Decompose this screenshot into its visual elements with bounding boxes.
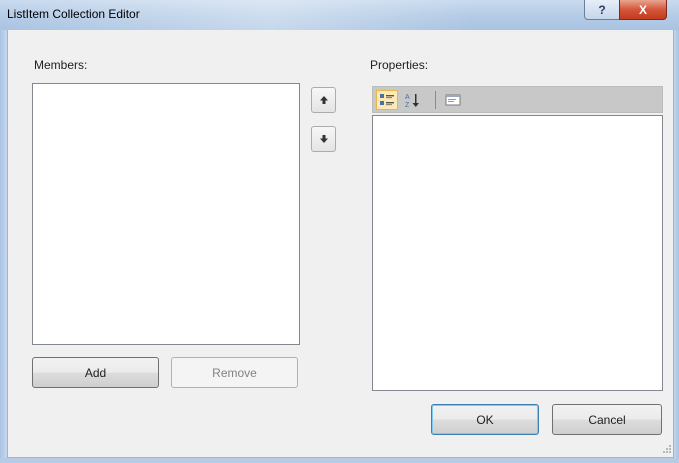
add-button[interactable]: Add [32, 357, 159, 388]
toolbar-separator [435, 91, 436, 109]
members-listbox[interactable] [32, 83, 300, 345]
svg-text:Z: Z [405, 102, 410, 108]
cancel-button[interactable]: Cancel [552, 404, 662, 435]
window-frame-bottom [0, 458, 679, 463]
dialog-client-area: Members: Add Remove Properties: A Z OK C… [7, 30, 674, 458]
properties-label: Properties: [370, 58, 429, 72]
move-up-icon [319, 96, 328, 104]
close-button[interactable]: X [619, 0, 667, 20]
window-title: ListItem Collection Editor [7, 7, 140, 21]
resize-grip-icon[interactable] [662, 444, 672, 454]
property-pages-button[interactable] [442, 90, 464, 110]
svg-text:A: A [405, 94, 410, 101]
members-label: Members: [34, 58, 88, 72]
help-icon: ? [598, 2, 606, 17]
categorized-icon [380, 94, 394, 106]
move-down-icon [319, 135, 328, 143]
close-icon: X [638, 2, 647, 17]
move-up-button[interactable] [311, 87, 336, 113]
move-down-button[interactable] [311, 126, 336, 152]
property-pages-icon [445, 94, 461, 106]
window-frame-left [0, 30, 7, 463]
help-button[interactable]: ? [584, 0, 620, 20]
remove-button[interactable]: Remove [171, 357, 298, 388]
alphabetical-icon: A Z [405, 94, 419, 108]
ok-button[interactable]: OK [431, 404, 539, 435]
title-bar[interactable]: ListItem Collection Editor ? X [0, 0, 679, 30]
properties-toolbar: A Z [372, 86, 663, 113]
categorized-button[interactable] [376, 90, 398, 110]
alphabetical-button[interactable]: A Z [402, 90, 424, 110]
property-grid[interactable] [372, 115, 663, 391]
